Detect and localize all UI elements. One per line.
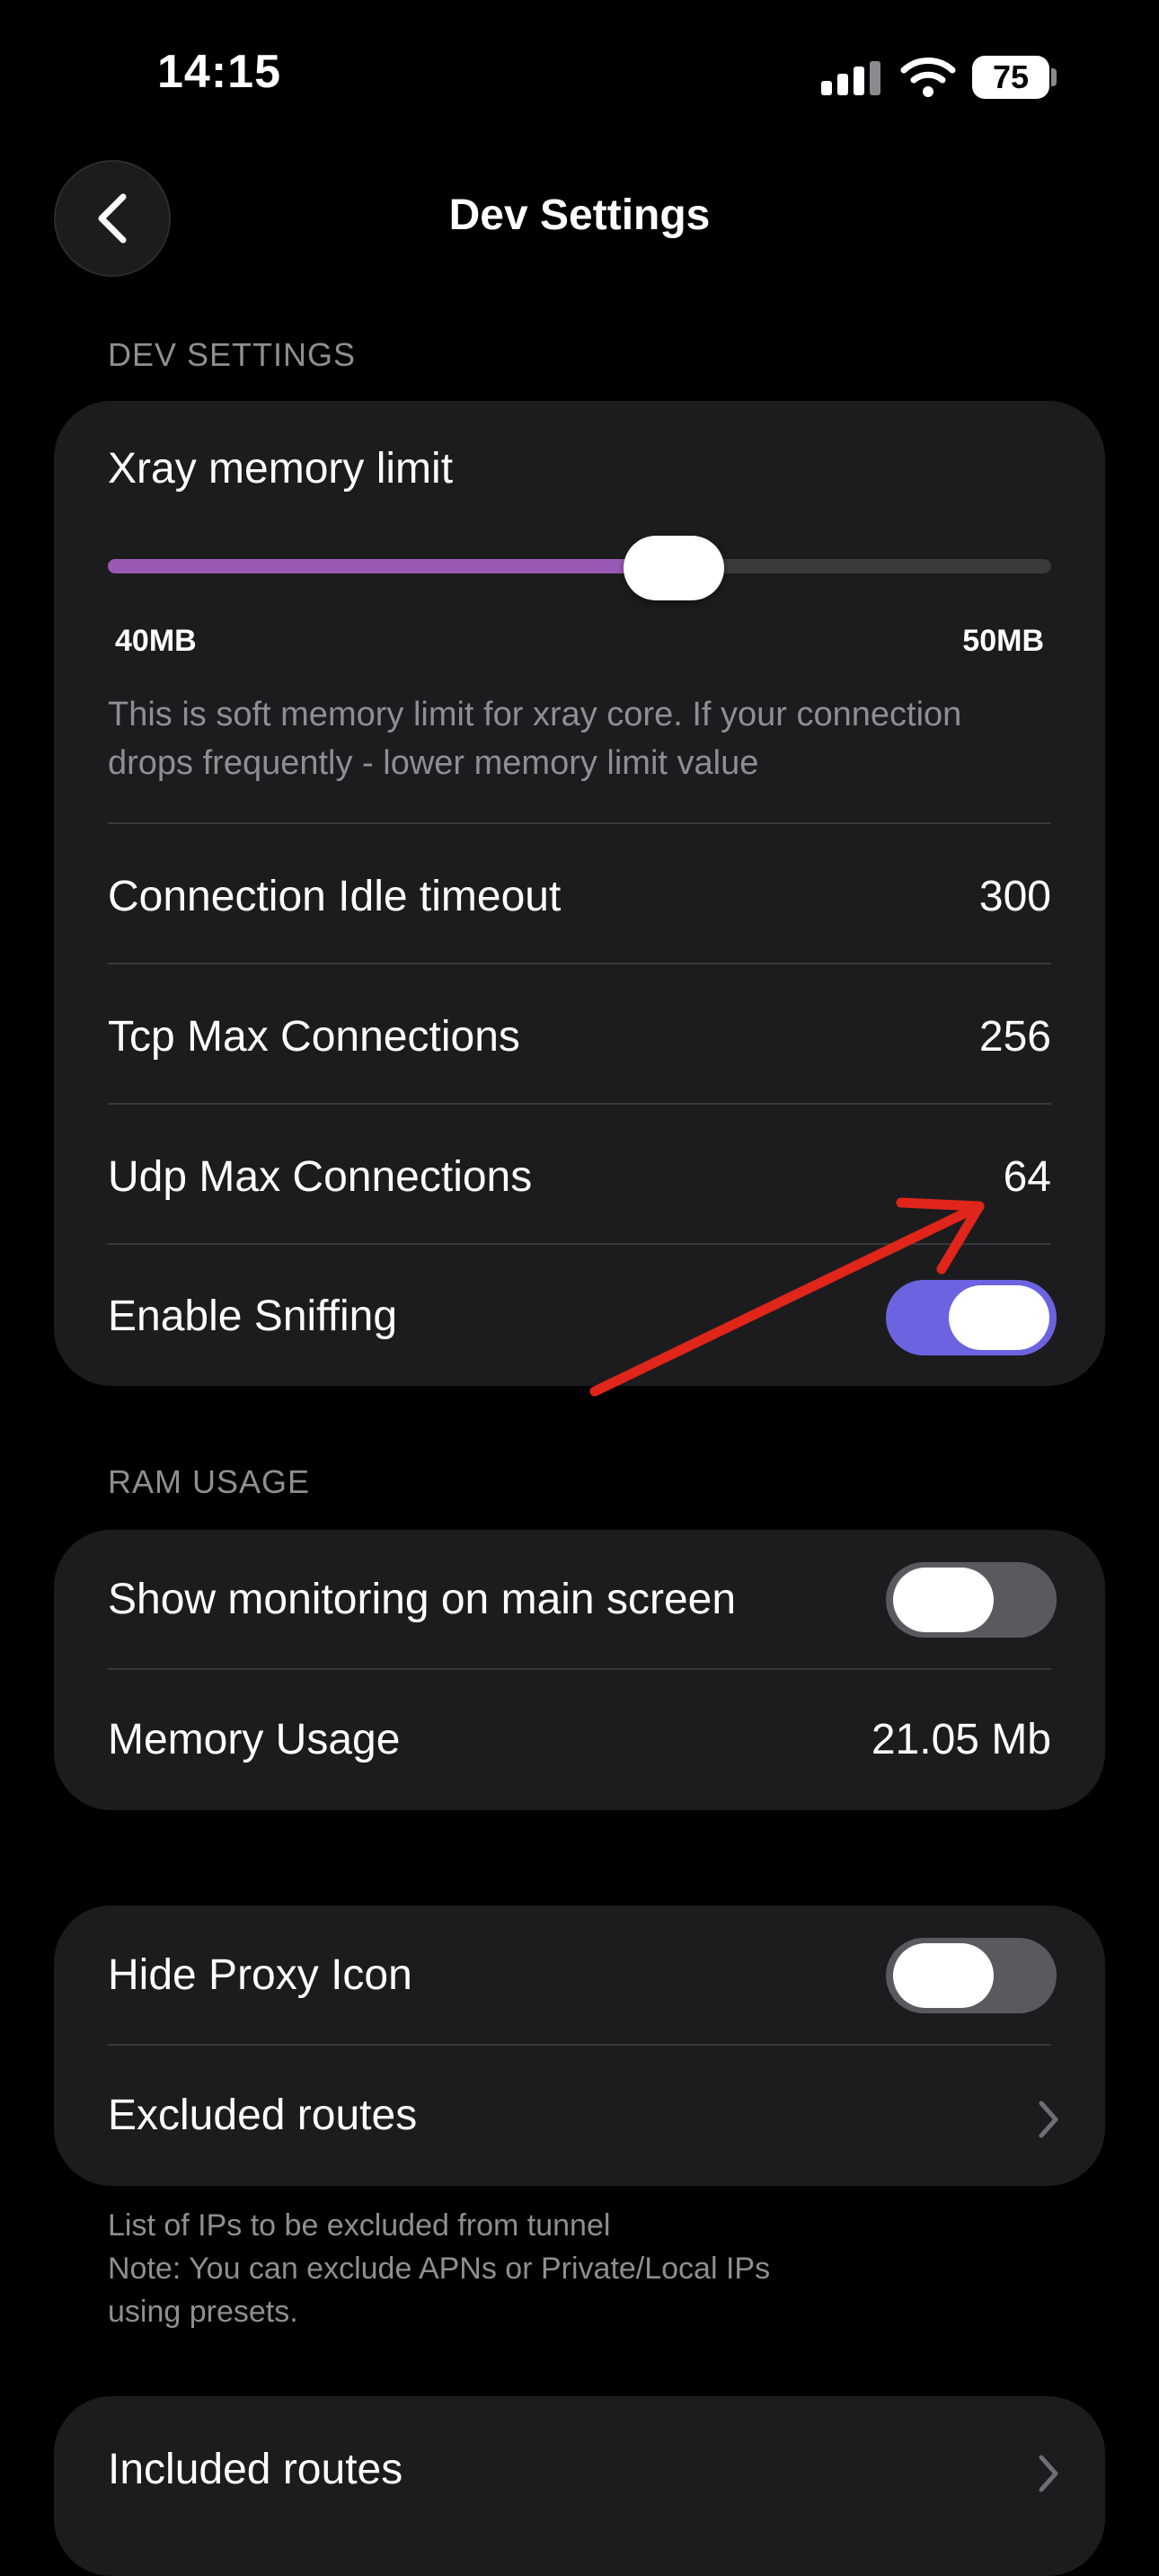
divider xyxy=(108,963,1051,964)
tcp-max-connections-value[interactable]: 256 xyxy=(979,1012,1051,1061)
divider xyxy=(108,1103,1051,1105)
idle-timeout-value[interactable]: 300 xyxy=(979,872,1051,921)
memory-usage-label: Memory Usage xyxy=(108,1716,401,1763)
memory-limit-description-line1: This is soft memory limit for xray core.… xyxy=(108,696,962,733)
hide-proxy-icon-label: Hide Proxy Icon xyxy=(108,1951,412,1999)
memory-limit-description-line2: drops frequently - lower memory limit va… xyxy=(108,744,759,782)
section-header-ram-usage: RAM USAGE xyxy=(108,1463,311,1500)
battery-icon: 75 xyxy=(972,56,1049,99)
show-monitoring-label: Show monitoring on main screen xyxy=(108,1576,737,1623)
memory-limit-slider-fill xyxy=(108,559,674,573)
excluded-routes-label[interactable]: Excluded routes xyxy=(108,2091,417,2140)
tcp-max-connections-label: Tcp Max Connections xyxy=(108,1013,520,1061)
idle-timeout-label: Connection Idle timeout xyxy=(108,873,562,920)
memory-limit-slider-thumb[interactable] xyxy=(624,536,724,600)
status-time: 14:15 xyxy=(157,46,281,98)
battery-cap xyxy=(1051,68,1057,86)
show-monitoring-toggle[interactable] xyxy=(886,1562,1057,1638)
memory-usage-value: 21.05 Mb xyxy=(871,1716,1051,1763)
excluded-routes-footnote-line1: List of IPs to be excluded from tunnel xyxy=(108,2208,611,2243)
hide-proxy-icon-toggle[interactable] xyxy=(886,1938,1057,2013)
udp-max-connections-value[interactable]: 64 xyxy=(1004,1152,1051,1202)
enable-sniffing-label: Enable Sniffing xyxy=(108,1292,398,1340)
excluded-routes-footnote-line2: Note: You can exclude APNs or Private/Lo… xyxy=(108,2252,771,2286)
excluded-routes-footnote-line3: using presets. xyxy=(108,2295,298,2329)
chevron-right-icon[interactable] xyxy=(1037,2454,1060,2493)
divider xyxy=(108,1668,1051,1670)
divider xyxy=(108,2044,1051,2046)
wifi-icon xyxy=(900,58,956,97)
slider-min-label: 40MB xyxy=(115,624,197,658)
included-routes-label[interactable]: Included routes xyxy=(108,2445,403,2494)
section-header-dev-settings: DEV SETTINGS xyxy=(108,336,357,373)
cellular-signal-icon xyxy=(821,61,880,95)
battery-level: 75 xyxy=(992,58,1030,95)
slider-max-label: 50MB xyxy=(962,624,1044,658)
chevron-right-icon[interactable] xyxy=(1037,2100,1060,2139)
udp-max-connections-label: Udp Max Connections xyxy=(108,1153,533,1201)
memory-limit-label: Xray memory limit xyxy=(108,445,454,493)
page-title: Dev Settings xyxy=(448,191,711,239)
divider xyxy=(108,822,1051,824)
annotation-arrow-icon xyxy=(589,1197,985,1397)
